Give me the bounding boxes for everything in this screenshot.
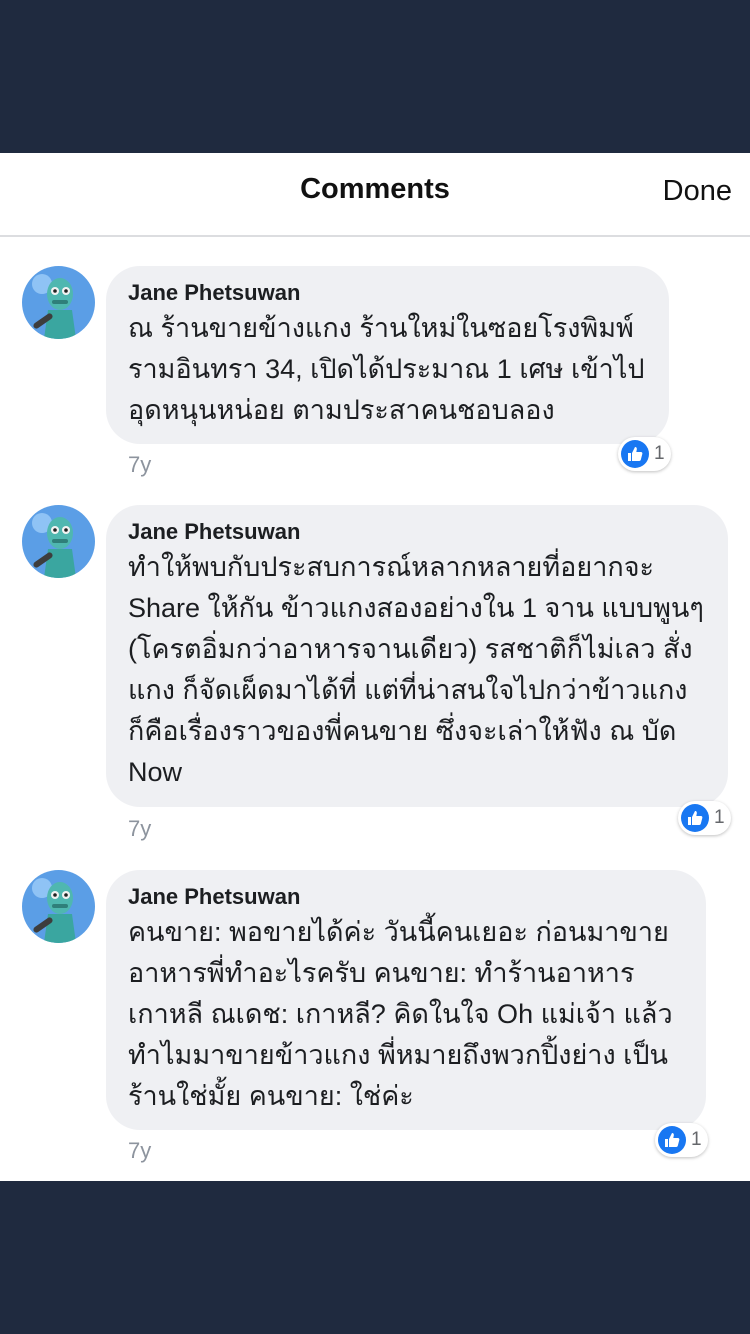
thumbs-up-icon bbox=[621, 440, 649, 468]
comment-author[interactable]: Jane Phetsuwan bbox=[128, 519, 706, 545]
avatar[interactable] bbox=[22, 870, 95, 943]
reaction-count: 1 bbox=[654, 443, 665, 464]
sheet-header: Comments Done bbox=[0, 153, 750, 237]
comment-text: ทำให้พบกับประสบการณ์หลากหลายที่อยากจะ Sh… bbox=[128, 552, 704, 787]
comment-text: คนขาย: พอขายได้ค่ะ วันนี้คนเยอะ ก่อนมาขา… bbox=[128, 917, 673, 1111]
reaction-count: 1 bbox=[714, 807, 725, 828]
reaction-badge[interactable]: 1 bbox=[678, 801, 731, 835]
comment-bubble: Jane Phetsuwan ณ ร้านขายข้างแกง ร้านใหม่… bbox=[106, 266, 669, 444]
reaction-badge[interactable]: 1 bbox=[655, 1123, 708, 1157]
comment-age[interactable]: 7y bbox=[128, 452, 151, 478]
page-title: Comments bbox=[300, 173, 450, 205]
comment-text: ณ ร้านขายข้างแกง ร้านใหม่ในซอยโรงพิมพ์ ร… bbox=[128, 313, 645, 425]
done-button[interactable]: Done bbox=[663, 175, 732, 208]
comment-bubble: Jane Phetsuwan คนขาย: พอขายได้ค่ะ วันนี้… bbox=[106, 870, 706, 1130]
reaction-badge[interactable]: 1 bbox=[618, 437, 671, 471]
robot-avatar-icon bbox=[22, 870, 95, 943]
comment-author[interactable]: Jane Phetsuwan bbox=[128, 884, 684, 910]
robot-avatar-icon bbox=[22, 266, 95, 339]
reaction-count: 1 bbox=[691, 1129, 702, 1150]
thumbs-up-icon bbox=[681, 804, 709, 832]
comment-author[interactable]: Jane Phetsuwan bbox=[128, 280, 647, 306]
comment-bubble: Jane Phetsuwan ทำให้พบกับประสบการณ์หลากห… bbox=[106, 505, 728, 807]
thumbs-up-icon bbox=[658, 1126, 686, 1154]
robot-avatar-icon bbox=[22, 505, 95, 578]
comment-age[interactable]: 7y bbox=[128, 816, 151, 842]
avatar[interactable] bbox=[22, 266, 95, 339]
comment-age[interactable]: 7y bbox=[128, 1138, 151, 1164]
avatar[interactable] bbox=[22, 505, 95, 578]
